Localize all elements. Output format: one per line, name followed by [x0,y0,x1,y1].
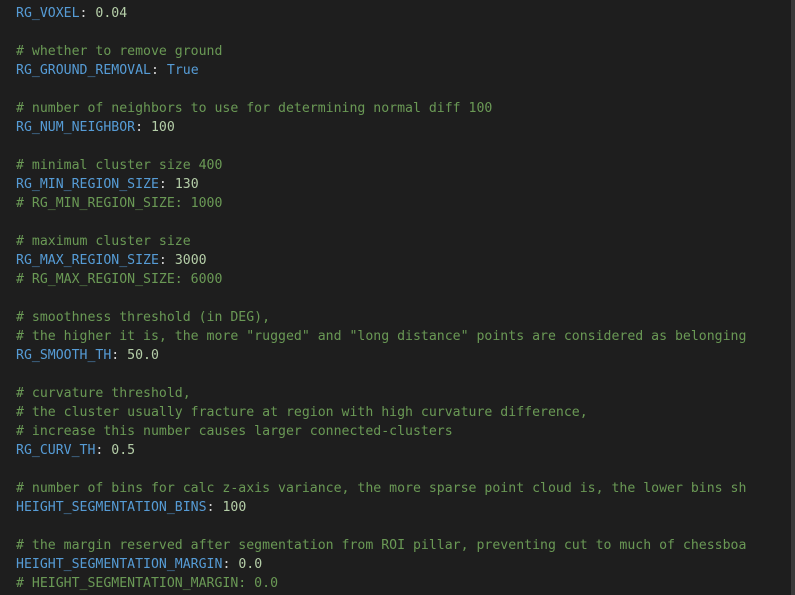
code-line[interactable]: RG_MIN_REGION_SIZE: 130 [16,175,795,194]
code-line[interactable]: # RG_MIN_REGION_SIZE: 1000 [16,194,795,213]
code-line[interactable]: # minimal cluster size 400 [16,156,795,175]
config-value: 100 [222,500,247,515]
code-comment: # number of neighbors to use for determi… [16,101,493,116]
colon-separator: : [206,500,223,515]
colon-separator: : [150,63,167,78]
code-comment: # curvature threshold, [16,386,191,401]
vertical-scrollbar[interactable] [791,0,795,595]
code-line[interactable]: HEIGHT_SEGMENTATION_MARGIN: 0.0 [16,555,795,574]
config-value: 130 [174,177,199,192]
code-line[interactable]: # curvature threshold, [16,384,795,403]
config-value: 0.04 [95,6,128,21]
code-line[interactable]: RG_NUM_NEIGHBOR: 100 [16,118,795,137]
code-line-blank[interactable] [16,460,795,479]
colon-separator: : [95,443,112,458]
code-line[interactable]: RG_VOXEL: 0.04 [16,4,795,23]
code-comment: # the cluster usually fracture at region… [16,405,588,420]
code-comment: # whether to remove ground [16,44,223,59]
code-editor[interactable]: RG_VOXEL: 0.04 # whether to remove groun… [0,0,795,595]
code-line[interactable]: RG_CURV_TH: 0.5 [16,441,795,460]
code-line[interactable]: # number of neighbors to use for determi… [16,99,795,118]
code-line[interactable]: RG_MAX_REGION_SIZE: 3000 [16,251,795,270]
code-line-blank[interactable] [16,213,795,232]
code-comment: # smoothness threshold (in DEG), [16,310,271,325]
code-comment: # RG_MIN_REGION_SIZE: 1000 [16,196,223,211]
config-value: 50.0 [127,348,159,363]
code-line[interactable]: # the cluster usually fracture at region… [16,403,795,422]
colon-separator: : [111,348,128,363]
code-line[interactable]: # the margin reserved after segmentation… [16,536,795,555]
config-value: 100 [150,120,175,135]
code-line[interactable]: # HEIGHT_SEGMENTATION_MARGIN: 0.0 [16,574,795,593]
scrollbar-thumb[interactable] [791,0,795,595]
code-line[interactable]: # whether to remove ground [16,42,795,61]
code-line[interactable]: # the higher it is, the more "rugged" an… [16,327,795,346]
code-line-blank[interactable] [16,23,795,42]
code-comment: # increase this number causes larger con… [16,424,453,439]
code-line[interactable]: # number of bins for calc z-axis varianc… [16,479,795,498]
code-comment: # HEIGHT_SEGMENTATION_MARGIN: 0.0 [16,576,279,591]
config-value: 0.0 [238,557,263,572]
config-key: RG_MIN_REGION_SIZE [16,177,159,192]
config-value: 3000 [174,253,207,268]
code-line-blank[interactable] [16,365,795,384]
code-lines[interactable]: RG_VOXEL: 0.04 # whether to remove groun… [16,4,795,593]
code-line[interactable]: HEIGHT_SEGMENTATION_BINS: 100 [16,498,795,517]
code-comment: # RG_MAX_REGION_SIZE: 6000 [16,272,223,287]
code-line[interactable]: # maximum cluster size [16,232,795,251]
config-key: HEIGHT_SEGMENTATION_MARGIN [16,557,223,572]
config-value: True [166,63,199,78]
code-comment: # the margin reserved after segmentation… [16,538,747,553]
colon-separator: : [158,177,175,192]
code-line[interactable]: # smoothness threshold (in DEG), [16,308,795,327]
code-comment: # maximum cluster size [16,234,191,249]
code-line[interactable]: # increase this number causes larger con… [16,422,795,441]
config-key: HEIGHT_SEGMENTATION_BINS [16,500,207,515]
code-line-blank[interactable] [16,517,795,536]
colon-separator: : [135,120,151,135]
config-key: RG_GROUND_REMOVAL [16,63,151,78]
code-line[interactable]: RG_GROUND_REMOVAL: True [16,61,795,80]
config-key: RG_MAX_REGION_SIZE [16,253,159,268]
config-key: RG_SMOOTH_TH [16,348,112,363]
code-comment: # number of bins for calc z-axis varianc… [16,481,747,496]
code-comment: # the higher it is, the more "rugged" an… [16,329,747,344]
code-line[interactable]: # RG_MAX_REGION_SIZE: 6000 [16,270,795,289]
code-line-blank[interactable] [16,289,795,308]
code-comment: # minimal cluster size 400 [16,158,223,173]
config-value: 0.5 [111,443,136,458]
colon-separator: : [222,557,239,572]
config-key: RG_VOXEL [16,6,80,21]
config-key: RG_NUM_NEIGHBOR [16,120,136,135]
colon-separator: : [79,6,96,21]
code-line[interactable]: RG_SMOOTH_TH: 50.0 [16,346,795,365]
code-line-blank[interactable] [16,137,795,156]
colon-separator: : [158,253,175,268]
code-line-blank[interactable] [16,80,795,99]
config-key: RG_CURV_TH [16,443,96,458]
